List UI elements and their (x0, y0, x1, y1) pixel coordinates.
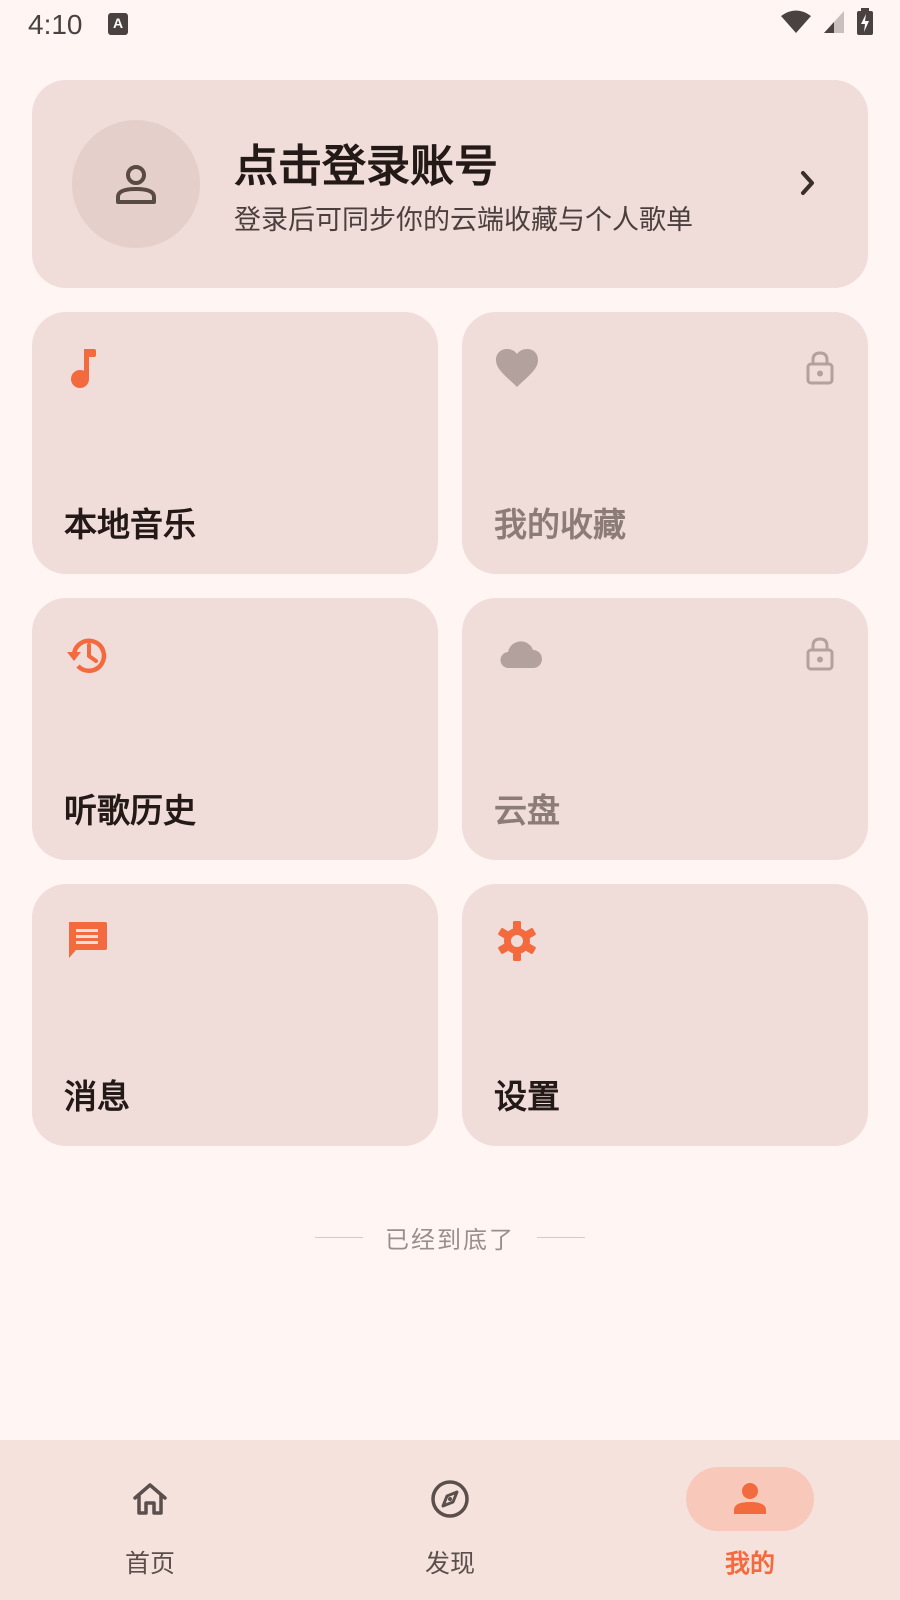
login-card[interactable]: 点击登录账号 登录后可同步你的云端收藏与个人歌单 (32, 80, 868, 288)
chevron-right-icon (801, 171, 814, 195)
end-text: 已经到底了 (385, 1226, 515, 1254)
lock-icon (806, 637, 834, 671)
login-subtitle: 登录后可同步你的云端收藏与个人歌单 (234, 205, 693, 236)
card-label: 设置 (494, 1077, 560, 1116)
wifi-icon (781, 10, 811, 33)
card-messages[interactable]: 消息 (32, 884, 438, 1146)
nav-icon-container (86, 1467, 214, 1531)
notification-icon: A (108, 13, 128, 35)
person-outline-icon (116, 165, 156, 204)
card-label: 我的收藏 (494, 505, 626, 544)
nav-label: 发现 (424, 1549, 475, 1578)
nav-discover[interactable]: 发现 (300, 1440, 600, 1600)
battery-charging-icon (857, 8, 873, 35)
card-local-music[interactable]: 本地音乐 (32, 312, 438, 574)
cellular-signal-icon (824, 11, 844, 33)
nav-home[interactable]: 首页 (0, 1440, 300, 1600)
gear-icon (498, 921, 536, 961)
nav-label: 我的 (724, 1549, 775, 1578)
nav-label: 首页 (124, 1549, 175, 1578)
status-bar: 4:10 A (0, 0, 900, 50)
divider-left (315, 1237, 363, 1238)
status-icons (780, 8, 874, 36)
divider-right (537, 1237, 585, 1238)
nav-mine[interactable]: 我的 (600, 1440, 900, 1600)
end-of-list: 已经到底了 (0, 1220, 900, 1255)
card-listening-history[interactable]: 听歌历史 (32, 598, 438, 860)
music-note-icon (71, 349, 96, 388)
home-icon (133, 1483, 167, 1515)
card-label: 云盘 (494, 791, 560, 830)
nav-icon-container (686, 1467, 814, 1531)
compass-icon (431, 1480, 469, 1518)
lock-icon (806, 351, 834, 385)
message-icon (69, 922, 107, 958)
login-title: 点击登录账号 (234, 141, 498, 192)
history-icon (67, 638, 107, 674)
card-cloud-drive[interactable]: 云盘 (462, 598, 868, 860)
bottom-navigation: 首页 发现 我的 (0, 1440, 900, 1600)
heart-icon (496, 349, 538, 387)
nav-icon-container (386, 1467, 514, 1531)
card-favorites[interactable]: 我的收藏 (462, 312, 868, 574)
card-label: 消息 (64, 1077, 130, 1116)
cloud-icon (500, 641, 542, 669)
status-time: 4:10 (28, 9, 83, 40)
avatar (72, 120, 200, 248)
card-label: 听歌历史 (64, 791, 196, 830)
card-settings[interactable]: 设置 (462, 884, 868, 1146)
person-icon (734, 1483, 766, 1514)
card-label: 本地音乐 (64, 505, 196, 544)
